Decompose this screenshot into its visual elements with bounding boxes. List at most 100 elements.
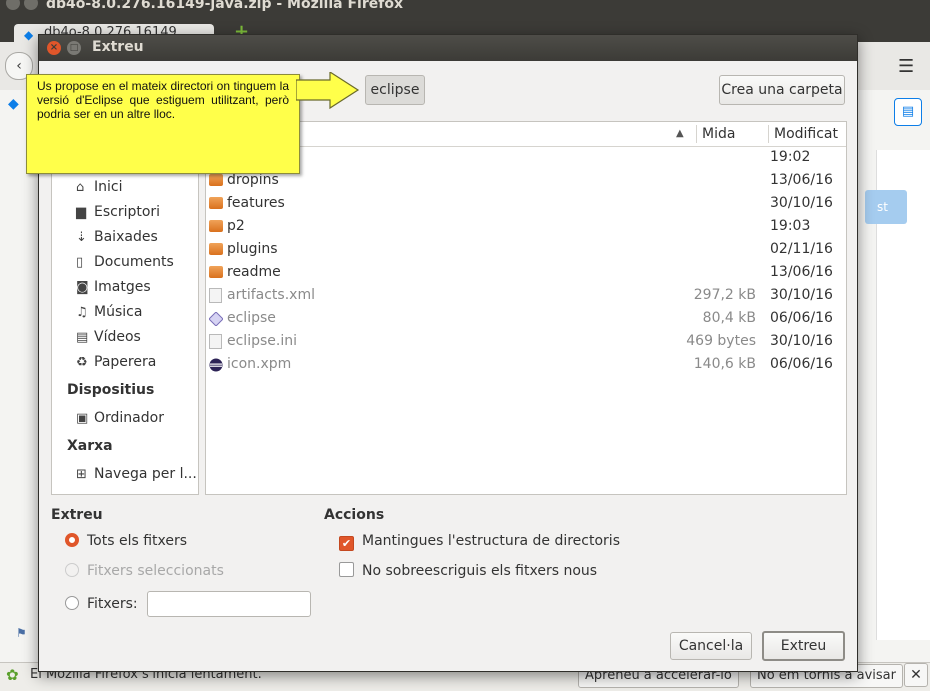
file-name: features [227, 195, 285, 211]
sidebar-item-label: Ordinador [94, 410, 164, 426]
devices-header: Dispositius [67, 382, 155, 398]
places-sidebar: ⌂ Inici ▆ Escriptori ⇣ Baixades ▯ Documents … [51, 121, 199, 495]
file-size: 80,4 kB [702, 310, 756, 326]
file-modified: 13/06/16 [770, 172, 833, 188]
file-modified: 13/06/16 [770, 264, 833, 280]
file-row[interactable]: eclipse.ini 469 bytes 30/10/16 [206, 330, 846, 353]
file-name: artifacts.xml [227, 287, 315, 303]
file-modified: 30/10/16 [770, 195, 833, 211]
column-modified[interactable]: Modificat [774, 122, 838, 146]
close-icon[interactable] [6, 0, 20, 10]
close-icon[interactable]: × [47, 41, 61, 55]
path-button-eclipse[interactable]: eclipse [365, 75, 425, 105]
actions-group-header: Accions [324, 507, 385, 523]
file-icon [209, 334, 222, 349]
file-name: icon.xpm [227, 356, 292, 372]
folder-icon [209, 174, 223, 186]
file-modified: 30/10/16 [770, 287, 833, 303]
file-name: readme [227, 264, 281, 280]
no-overwrite-checkbox[interactable]: No sobreescriguis els fitxers nous [339, 561, 597, 581]
file-list: ▲ Mida Modificat on19:02dropins13/06/16f… [205, 121, 847, 495]
sidebar-item-music[interactable]: ♫ Música [76, 301, 142, 323]
trash-icon: ♻ [76, 355, 88, 370]
sidebar-item-label: Navega per l... [94, 466, 197, 482]
file-modified: 02/11/16 [770, 241, 833, 257]
dialog-title: Extreu [92, 39, 144, 55]
file-size: 140,6 kB [693, 356, 756, 372]
sidebar-item-network[interactable]: ⊞ Navega per l... [76, 463, 197, 485]
all-files-radio[interactable]: Tots els fitxers [65, 531, 187, 551]
network-header: Xarxa [67, 438, 113, 454]
firefox-titlebar: db4o-8.0.276.16149-java.zip - Mozilla Fi… [0, 0, 930, 20]
cancel-button[interactable]: Cancel·la [670, 632, 752, 660]
folder-icon [209, 243, 223, 255]
folder-icon [209, 197, 223, 209]
file-row[interactable]: dropins 13/06/16 [206, 169, 846, 192]
dropbox-icon: ◆ [24, 28, 34, 42]
video-icon: ▤ [76, 330, 89, 345]
file-name: p2 [227, 218, 245, 234]
sidebar-item-label: Vídeos [94, 329, 141, 345]
document-icon: ▯ [76, 255, 84, 270]
callout-arrow-icon [296, 72, 360, 110]
files-pattern-radio[interactable]: Fitxers: [65, 594, 138, 614]
column-size[interactable]: Mida [702, 122, 735, 146]
sidebar-item-downloads[interactable]: ⇣ Baixades [76, 226, 158, 248]
file-row[interactable]: readme 13/06/16 [206, 261, 846, 284]
sidebar-item-images[interactable]: ◙ Imatges [76, 276, 151, 298]
file-row[interactable]: eclipse 80,4 kB 06/06/16 [206, 307, 846, 330]
chat-icon[interactable]: ▤ [894, 98, 922, 126]
sidebar-item-desktop[interactable]: ▆ Escriptori [76, 201, 160, 223]
sidebar-item-trash[interactable]: ♻ Paperera [76, 351, 156, 373]
file-row[interactable]: p2 19:03 [206, 215, 846, 238]
sidebar-item-label: Documents [94, 254, 174, 270]
radio-label: Fitxers: [87, 596, 138, 612]
sort-ascending-icon: ▲ [676, 128, 684, 139]
close-notification-button[interactable]: ✕ [904, 663, 928, 687]
turtle-icon: ✿ [6, 666, 19, 684]
file-row[interactable]: artifacts.xml 297,2 kB 30/10/16 [206, 284, 846, 307]
dialog-titlebar: × □ Extreu [39, 35, 857, 61]
extract-button[interactable]: Extreu [762, 631, 845, 661]
sidebar-item-videos[interactable]: ▤ Vídeos [76, 326, 141, 348]
sidebar-item-documents[interactable]: ▯ Documents [76, 251, 174, 273]
download-icon: ⇣ [76, 230, 87, 245]
folder-icon [209, 266, 223, 278]
maximize-icon[interactable]: □ [67, 41, 81, 55]
sidebar-item-label: Inici [94, 179, 123, 195]
annotation-callout: Us propose en el mateix directori on tin… [26, 74, 300, 174]
new-folder-button[interactable]: Crea una carpeta [719, 75, 845, 105]
firefox-window-title: db4o-8.0.276.16149-java.zip - Mozilla Fi… [46, 0, 403, 12]
column-separator [696, 125, 697, 143]
file-size: 297,2 kB [693, 287, 756, 303]
file-size: 469 bytes [686, 333, 756, 349]
network-icon: ⊞ [76, 467, 87, 482]
radio-icon [65, 563, 79, 577]
annotation-text: Us propose en el mateix directori on tin… [37, 79, 289, 121]
files-pattern-input[interactable] [147, 591, 311, 617]
file-row[interactable]: plugins 02/11/16 [206, 238, 846, 261]
file-row[interactable]: icon.xpm 140,6 kB 06/06/16 [206, 353, 846, 376]
sidebar-item-label: Escriptori [94, 204, 161, 220]
checkbox-label: Mantingues l'estructura de directoris [362, 533, 620, 549]
sidebar-item-home[interactable]: ⌂ Inici [76, 176, 122, 198]
file-name: plugins [227, 241, 278, 257]
file-row[interactable]: features 30/10/16 [206, 192, 846, 215]
keep-structure-checkbox[interactable]: ✔ Mantingues l'estructura de directoris [339, 531, 620, 551]
hamburger-menu-icon[interactable]: ☰ [898, 56, 914, 77]
file-modified: 30/10/16 [770, 333, 833, 349]
file-modified: 19:02 [770, 149, 811, 165]
file-row[interactable]: on19:02 [206, 146, 846, 169]
minimize-icon[interactable] [24, 0, 38, 10]
partial-blue-button[interactable]: st [865, 190, 907, 224]
column-separator [768, 125, 769, 143]
sidebar-item-computer[interactable]: ▣ Ordinador [76, 407, 164, 429]
desktop-icon: ▆ [76, 205, 86, 220]
radio-label: Tots els fitxers [87, 533, 188, 549]
home-icon: ⌂ [76, 180, 85, 195]
checkbox-label: No sobreescriguis els fitxers nous [362, 563, 598, 579]
sidebar-item-label: Imatges [94, 279, 151, 295]
file-list-header: ▲ Mida Modificat [206, 122, 846, 147]
folder-icon [209, 220, 223, 232]
file-name: eclipse.ini [227, 333, 297, 349]
